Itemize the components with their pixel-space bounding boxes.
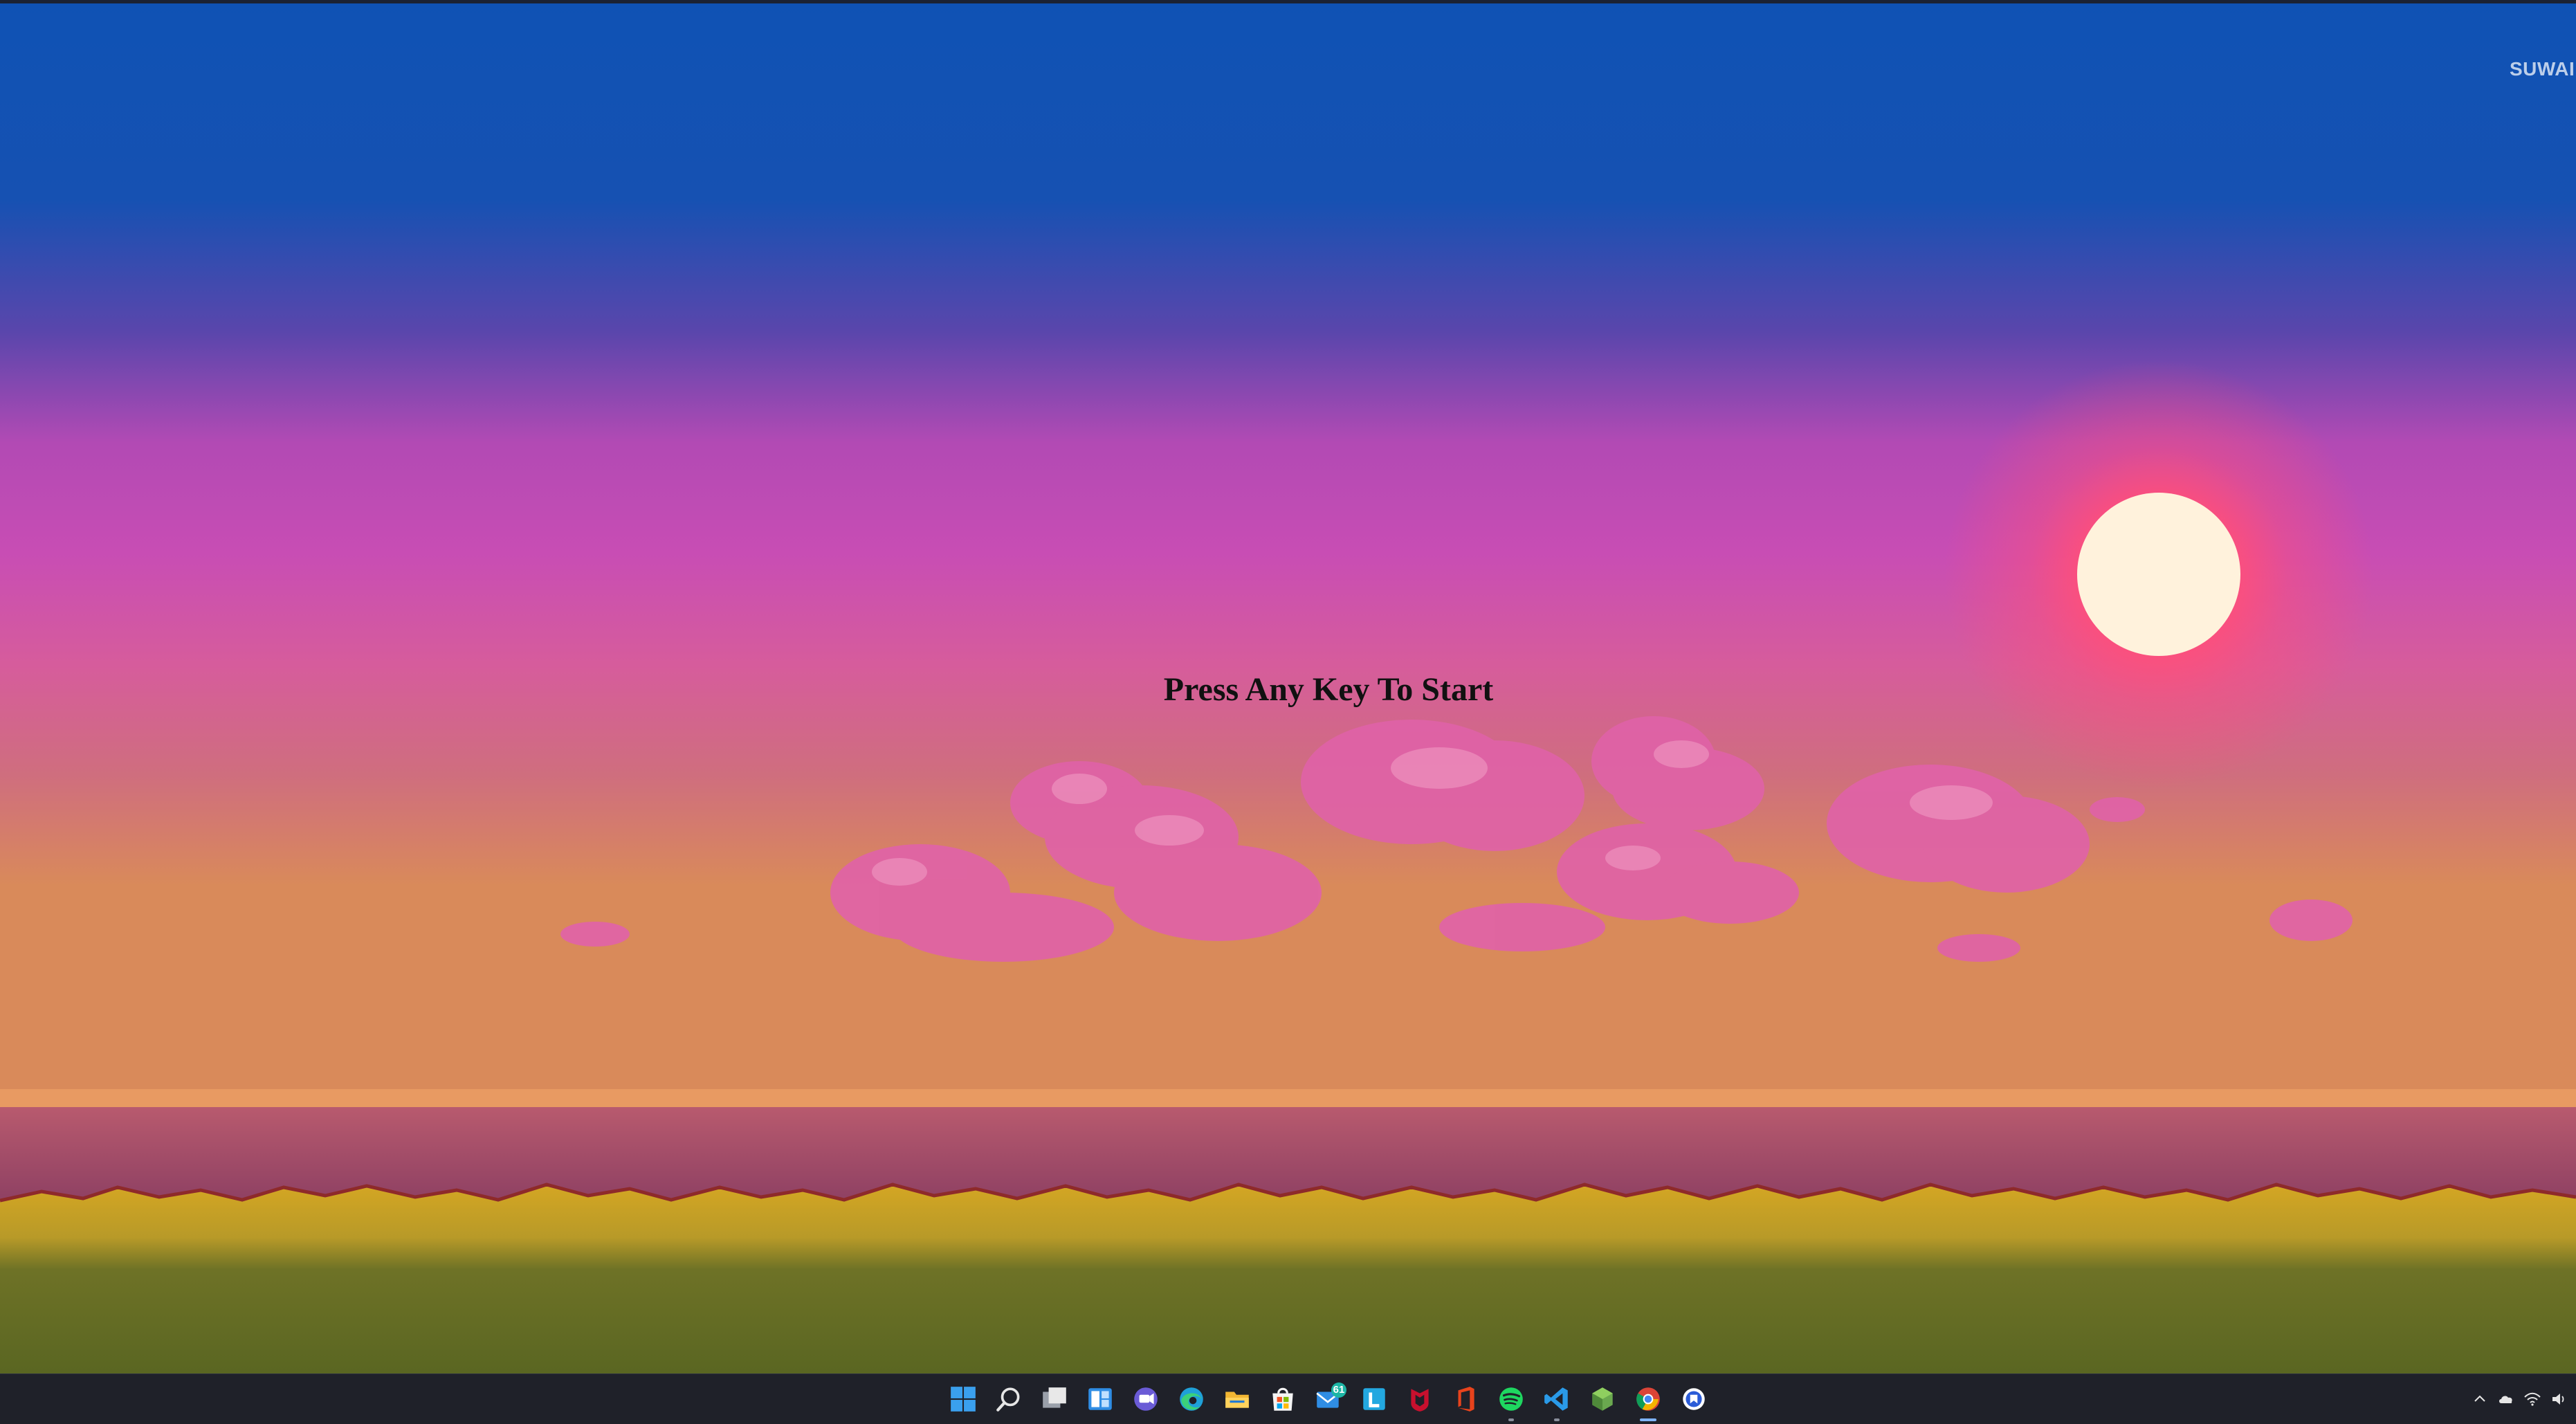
start-icon[interactable] bbox=[945, 1381, 981, 1417]
wifi-icon[interactable] bbox=[2520, 1384, 2545, 1414]
speaker-icon[interactable] bbox=[2546, 1384, 2571, 1414]
sun bbox=[2077, 493, 2240, 656]
vscode-icon[interactable] bbox=[1539, 1381, 1575, 1421]
store-icon[interactable] bbox=[1265, 1381, 1301, 1417]
horizon-line bbox=[0, 1089, 2576, 1107]
mcafee-icon[interactable] bbox=[1402, 1381, 1438, 1417]
mail-badge: 61 bbox=[1331, 1382, 1346, 1398]
mail-icon[interactable]: 61 bbox=[1310, 1381, 1346, 1417]
running-indicator bbox=[1554, 1418, 1560, 1421]
chat-icon[interactable] bbox=[1128, 1381, 1164, 1417]
corner-text: SUWAI bbox=[2510, 58, 2575, 80]
top-border bbox=[0, 0, 2576, 3]
start-prompt[interactable]: Press Any Key To Start bbox=[983, 666, 1674, 714]
cloud-icon[interactable] bbox=[2494, 1384, 2519, 1414]
edge-icon[interactable] bbox=[1173, 1381, 1209, 1417]
spotify-icon[interactable] bbox=[1493, 1381, 1529, 1421]
game-scene[interactable]: SUWAI Press Any Key To Start bbox=[0, 0, 2576, 1373]
file-explorer-icon[interactable] bbox=[1219, 1381, 1255, 1417]
office-icon[interactable] bbox=[1447, 1381, 1483, 1417]
grass bbox=[0, 1185, 2576, 1373]
blue-circle-icon[interactable] bbox=[1676, 1381, 1712, 1417]
l-app-icon[interactable] bbox=[1356, 1381, 1392, 1417]
task-view-icon[interactable] bbox=[1036, 1381, 1072, 1417]
running-indicator bbox=[1508, 1418, 1514, 1421]
chrome-icon[interactable] bbox=[1630, 1381, 1666, 1421]
taskbar: 61 bbox=[0, 1373, 2576, 1424]
search-icon[interactable] bbox=[991, 1381, 1027, 1417]
widgets-icon[interactable] bbox=[1082, 1381, 1118, 1417]
chevron-up-icon[interactable] bbox=[2467, 1384, 2492, 1414]
active-indicator bbox=[1640, 1418, 1656, 1421]
green-cube-icon[interactable] bbox=[1584, 1381, 1620, 1417]
